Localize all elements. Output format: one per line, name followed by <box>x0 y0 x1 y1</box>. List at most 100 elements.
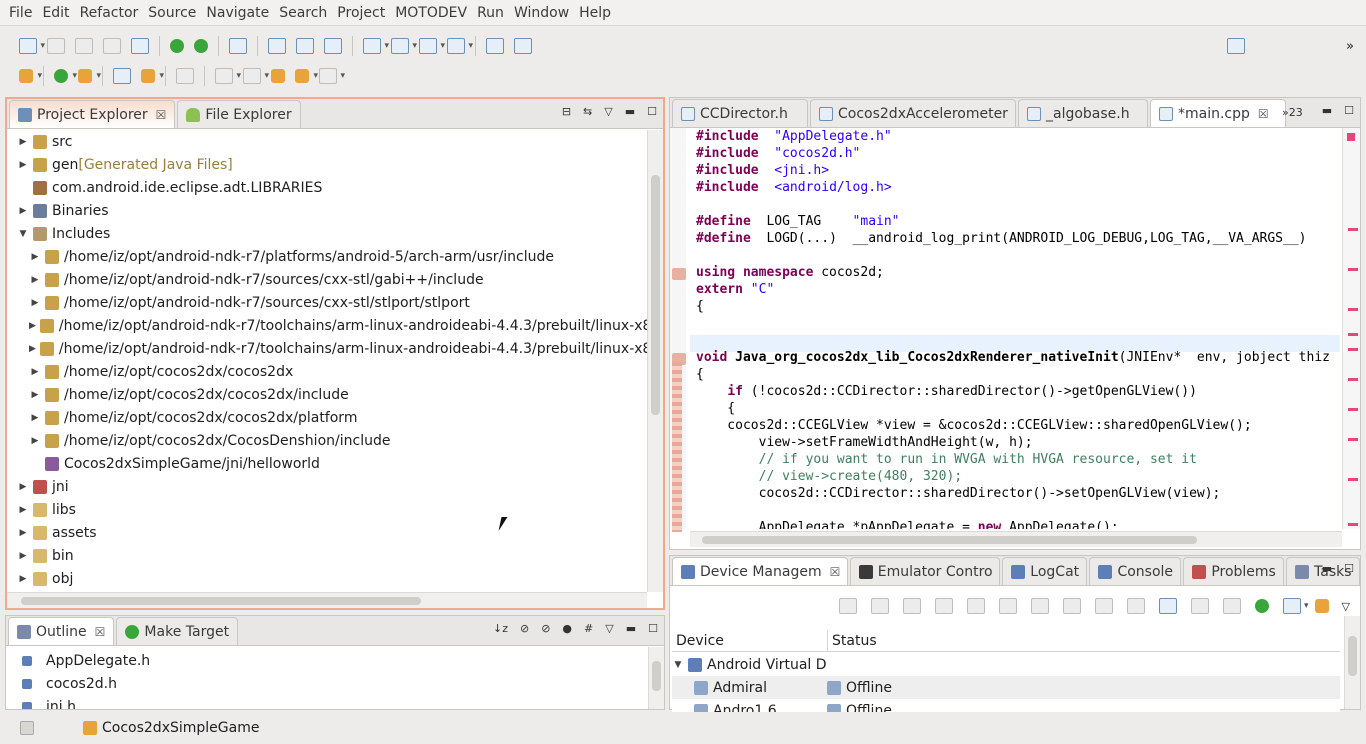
overview-marker[interactable] <box>1348 523 1358 526</box>
editor-tab[interactable]: _algobase.h <box>1018 99 1148 127</box>
minimize-icon[interactable]: ▬ <box>1322 562 1332 575</box>
view-menu-icon[interactable]: ▽ <box>604 105 612 118</box>
outline-item[interactable]: cocos2d.h <box>6 672 648 695</box>
menu-help[interactable]: Help <box>574 5 616 21</box>
menu-window[interactable]: Window <box>509 5 574 21</box>
overview-marker[interactable] <box>1348 438 1358 441</box>
minimize-icon[interactable]: ▬ <box>625 105 635 118</box>
tree-item[interactable]: ▶ assets <box>7 521 647 544</box>
editor-tab[interactable]: *main.cpp ☒ <box>1150 99 1286 127</box>
run-icon[interactable] <box>54 69 77 83</box>
expand-arrow-icon[interactable]: ▶ <box>17 482 29 492</box>
prev-annotation-icon[interactable] <box>243 68 269 84</box>
open-type-icon[interactable] <box>486 38 504 54</box>
bottom-tab[interactable]: Console <box>1089 557 1182 585</box>
new-icon[interactable] <box>19 38 45 54</box>
tree-item[interactable]: ▶ /home/iz/opt/cocos2dx/cocos2dx <box>7 360 647 383</box>
start-icon[interactable] <box>1254 599 1269 613</box>
expand-arrow-icon[interactable]: ▶ <box>17 574 29 584</box>
maximize-icon[interactable]: ☐ <box>648 622 658 635</box>
expand-arrow-icon[interactable]: ▼ <box>672 660 684 670</box>
tree-item[interactable]: ▶ /home/iz/opt/android-ndk-r7/toolchains/… <box>7 337 647 360</box>
device-group-row[interactable]: ▼ Android Virtual De <box>672 653 1340 676</box>
tree-item[interactable]: ▶ /home/iz/opt/cocos2dx/cocos2dx/include <box>7 383 647 406</box>
group-includes-icon[interactable]: # <box>584 622 593 635</box>
expand-arrow-icon[interactable]: ▶ <box>17 551 29 561</box>
bottom-tab[interactable]: Emulator Contro <box>849 557 1001 585</box>
open-perspective-icon[interactable] <box>1227 38 1245 54</box>
expand-arrow-icon[interactable]: ▶ <box>29 436 41 446</box>
maximize-icon[interactable]: ☐ <box>1344 562 1354 575</box>
vertical-scrollbar[interactable] <box>1344 616 1360 709</box>
debug-config-icon[interactable] <box>19 69 42 83</box>
minimize-icon[interactable]: ▬ <box>626 622 636 635</box>
tree-item[interactable]: ▶ jni <box>7 475 647 498</box>
scroll-thumb[interactable] <box>702 536 1197 544</box>
overview-marker[interactable] <box>1348 333 1358 336</box>
maximize-icon[interactable]: ☐ <box>647 105 657 118</box>
device-row[interactable]: Admiral Offline <box>672 676 1340 699</box>
tree-item[interactable]: ▼ Includes <box>7 222 647 245</box>
collapse-all-icon[interactable]: ⊟ <box>562 105 571 118</box>
overview-marker[interactable] <box>1348 408 1358 411</box>
console-icon[interactable] <box>1094 598 1113 614</box>
menu-edit[interactable]: Edit <box>37 5 74 21</box>
tree-item[interactable]: ▶ /home/iz/opt/android-ndk-r7/toolchains/… <box>7 314 647 337</box>
close-icon[interactable]: ☒ <box>1258 107 1269 121</box>
menu-refactor[interactable]: Refactor <box>75 5 144 21</box>
vertical-scrollbar[interactable] <box>648 647 664 709</box>
expand-arrow-icon[interactable]: ▶ <box>17 160 29 170</box>
pin-icon[interactable] <box>141 69 164 83</box>
code-editor[interactable]: #include "AppDelegate.h" #include "cocos2… <box>696 128 1340 529</box>
hide-nonpublic-icon[interactable]: ● <box>562 622 572 635</box>
open-element-icon[interactable] <box>514 38 532 54</box>
build-config-icon[interactable] <box>391 38 417 54</box>
tree-item[interactable]: ▶ /home/iz/opt/cocos2dx/CocosDenshion/inc… <box>7 429 647 452</box>
install-icon[interactable] <box>870 598 889 614</box>
overview-marker[interactable] <box>1348 378 1358 381</box>
open-task-icon[interactable] <box>113 68 131 84</box>
tab-project-explorer[interactable]: Project Explorer ☒ <box>9 100 176 128</box>
tree-item[interactable]: ▶ bin <box>7 544 647 567</box>
back-icon[interactable] <box>295 69 318 83</box>
bottom-tab[interactable]: LogCat <box>1002 557 1088 585</box>
expand-arrow-icon[interactable]: ▶ <box>17 505 29 515</box>
menu-run[interactable]: Run <box>472 5 509 21</box>
new-android-project-icon[interactable] <box>268 38 286 54</box>
hide-fields-icon[interactable]: ⊘ <box>520 622 529 635</box>
new-xml-icon[interactable] <box>324 38 342 54</box>
tree-item[interactable]: ▶ libs <box>7 498 647 521</box>
expand-arrow-icon[interactable]: ▶ <box>29 321 36 331</box>
more-tabs[interactable]: »23 <box>1282 106 1303 119</box>
next-annotation-icon[interactable] <box>215 68 241 84</box>
android-sdk-icon[interactable] <box>170 39 184 53</box>
new-avd-icon[interactable] <box>1282 598 1309 614</box>
tab-file-explorer[interactable]: File Explorer <box>177 100 301 128</box>
build-icon[interactable] <box>363 38 389 54</box>
external-tools-icon[interactable] <box>78 69 101 83</box>
mirror-icon[interactable] <box>1158 598 1177 614</box>
fast-view-icon[interactable] <box>20 721 34 735</box>
overview-marker[interactable] <box>1348 478 1358 481</box>
scroll-thumb[interactable] <box>1348 636 1357 676</box>
avd-manager-icon[interactable] <box>194 39 208 53</box>
chevron-right-icon[interactable]: » <box>1346 39 1354 54</box>
tree-item[interactable]: ▶ gen [Generated Java Files] <box>7 153 647 176</box>
error-indicator[interactable] <box>1347 133 1355 141</box>
vertical-scrollbar[interactable] <box>647 130 663 592</box>
tree-item[interactable]: ▶ /home/iz/opt/android-ndk-r7/platforms/a… <box>7 245 647 268</box>
tree-item[interactable]: ▶ src <box>7 130 647 153</box>
view-menu-icon[interactable]: ▽ <box>605 622 613 635</box>
expand-arrow-icon[interactable]: ▶ <box>29 344 36 354</box>
expand-arrow-icon[interactable]: ▶ <box>17 206 29 216</box>
new-source-icon[interactable] <box>419 38 445 54</box>
new-cpp-class-icon[interactable] <box>447 38 473 54</box>
bottom-tab[interactable]: Device Managem ☒ <box>672 557 848 585</box>
expand-arrow-icon[interactable]: ▶ <box>29 275 41 285</box>
horizontal-scrollbar[interactable] <box>690 531 1342 547</box>
overview-marker[interactable] <box>1348 228 1358 231</box>
hide-static-icon[interactable]: ⊘ <box>541 622 550 635</box>
screenshot-icon[interactable] <box>838 598 857 614</box>
menu-project[interactable]: Project <box>332 5 390 21</box>
menu-navigate[interactable]: Navigate <box>201 5 274 21</box>
